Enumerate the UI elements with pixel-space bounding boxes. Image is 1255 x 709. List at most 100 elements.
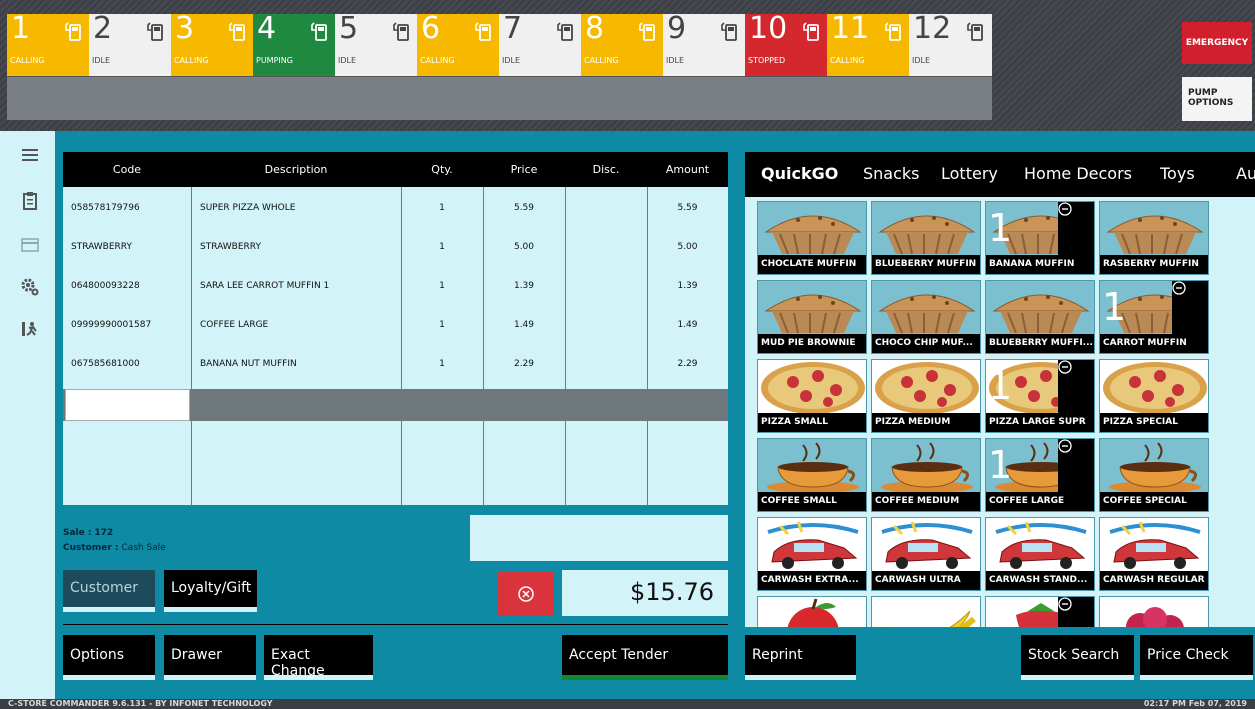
product-label: CARWASH EXTRA... [758,571,866,590]
product-pizza-special[interactable]: PIZZA SPECIAL [1099,359,1209,433]
product-pizza-large-supr[interactable]: 1 PIZZA LARGE SUPR [985,359,1095,433]
pump-sale-area[interactable] [909,76,992,120]
pump-7[interactable]: 7 IDLE [499,11,582,120]
pump-3[interactable]: 3 CALLING [171,11,254,120]
product-apple[interactable] [757,596,867,627]
accept-tender-button[interactable]: Accept Tender [562,635,728,680]
product-rasberry-muffin[interactable]: RASBERRY MUFFIN [1099,201,1209,275]
product-carwash-ultra[interactable]: CARWASH ULTRA [871,517,981,591]
pump-status: IDLE [92,56,111,65]
pump-status: CALLING [420,56,455,65]
product-coffee-small[interactable]: COFFEE SMALL [757,438,867,512]
pump-4[interactable]: 4 PUMPING [253,11,336,120]
pump-number: 7 [503,11,523,46]
pump-options-button[interactable]: PUMP OPTIONS [1182,77,1252,121]
pump-5[interactable]: 5 IDLE [335,11,418,120]
loyalty-gift-button[interactable]: Loyalty/Gift [164,570,257,612]
reprint-button[interactable]: Reprint [745,635,856,680]
table-row[interactable]: 064800093228 SARA LEE CARROT MUFFIN 1 1 1.3… [63,267,728,303]
pump-sale-area[interactable] [745,76,828,120]
pump-number: 12 [913,11,952,46]
barcode-input[interactable] [65,389,190,421]
void-button[interactable] [498,572,554,616]
menu-icon[interactable] [20,145,40,165]
product-label: BLUEBERRY MUFFIN [872,255,980,274]
tab-quickgo[interactable]: QuickGO [761,164,838,183]
product-carwash-extra[interactable]: CARWASH EXTRA... [757,517,867,591]
decrease-quantity-button[interactable] [1058,360,1094,415]
drawer-button[interactable]: Drawer [164,635,256,680]
pump-nozzle-icon [721,22,737,41]
pump-number: 10 [749,11,788,46]
pump-status-tile: 10 STOPPED [745,11,828,76]
product-blueberry-muffin[interactable]: BLUEBERRY MUFFIN [871,201,981,275]
customer-label: Customer : [63,543,119,553]
tab-lottery[interactable]: Lottery [941,164,998,183]
pump-2[interactable]: 2 IDLE [89,11,172,120]
decrease-quantity-button[interactable] [1058,202,1094,257]
product-banana-muffin[interactable]: 1 BANANA MUFFIN [985,201,1095,275]
settings-icon[interactable] [20,277,40,297]
product-strawberry[interactable]: 1 [985,596,1095,627]
pump-sale-area[interactable] [417,76,500,120]
category-tabs: QuickGO Snacks Lottery Home Decors Toys Auto [745,152,1255,197]
pump-6[interactable]: 6 CALLING [417,11,500,120]
pump-11[interactable]: 11 CALLING [827,11,910,120]
pump-status-tile: 1 CALLING [7,11,90,76]
sale-info: Sale : 172 Customer : Cash Sale [63,523,166,558]
decrease-quantity-button[interactable] [1058,597,1094,627]
pump-12[interactable]: 12 IDLE [909,11,992,120]
product-carwash-regular[interactable]: CARWASH REGULAR [1099,517,1209,591]
product-blueberry-muffi[interactable]: BLUEBERRY MUFFI... [985,280,1095,354]
stock-search-button[interactable]: Stock Search [1021,635,1134,680]
product-choco-chip-muf[interactable]: CHOCO CHIP MUF... [871,280,981,354]
pump-sale-area[interactable] [7,76,90,120]
tab-snacks[interactable]: Snacks [863,164,920,183]
pump-number: 3 [175,11,195,46]
product-coffee-medium[interactable]: COFFEE MEDIUM [871,438,981,512]
product-carwash-stand[interactable]: CARWASH STAND... [985,517,1095,591]
table-row[interactable]: 067585681000 BANANA NUT MUFFIN 1 2.29 2.29 [63,345,728,381]
exit-icon[interactable] [20,319,40,339]
pump-8[interactable]: 8 CALLING [581,11,664,120]
product-raspberry[interactable] [1099,596,1209,627]
exact-change-button[interactable]: Exact Change [264,635,373,680]
product-choclate-muffin[interactable]: CHOCLATE MUFFIN [757,201,867,275]
table-row[interactable]: STRAWBERRY STRAWBERRY 1 5.00 5.00 [63,228,728,264]
tab-auto[interactable]: Auto [1236,164,1255,183]
tab-toys[interactable]: Toys [1160,164,1195,183]
product-banana[interactable] [871,596,981,627]
customer-button[interactable]: Customer [63,570,155,612]
pump-1[interactable]: 1 CALLING [7,11,90,120]
card-icon[interactable] [20,235,40,255]
price-check-button[interactable]: Price Check [1140,635,1253,680]
product-coffee-large[interactable]: 1 COFFEE LARGE [985,438,1095,512]
cell-qty: 1 [439,281,445,291]
pump-sale-area[interactable] [581,76,664,120]
pump-10[interactable]: 10 STOPPED [745,11,828,120]
pump-sale-area[interactable] [827,76,910,120]
product-pizza-medium[interactable]: PIZZA MEDIUM [871,359,981,433]
pump-sale-area[interactable] [663,76,746,120]
pump-sale-area[interactable] [335,76,418,120]
tab-home-decors[interactable]: Home Decors [1024,164,1132,183]
emergency-button[interactable]: EMERGENCY [1182,22,1252,64]
table-row[interactable]: 09999990001587 COFFEE LARGE 1 1.49 1.49 [63,306,728,342]
product-carrot-muffin[interactable]: 1 CARROT MUFFIN [1099,280,1209,354]
pump-9[interactable]: 9 IDLE [663,11,746,120]
product-mud-pie-brownie[interactable]: MUD PIE BROWNIE [757,280,867,354]
pump-sale-area[interactable] [499,76,582,120]
product-label: COFFEE MEDIUM [872,492,980,511]
clipboard-icon[interactable] [20,191,40,211]
product-pizza-small[interactable]: PIZZA SMALL [757,359,867,433]
pump-sale-area[interactable] [171,76,254,120]
options-button[interactable]: Options [63,635,155,680]
pump-sale-area[interactable] [253,76,336,120]
decrease-quantity-button[interactable] [1058,439,1094,494]
decrease-quantity-button[interactable] [1172,281,1208,336]
pump-sale-area[interactable] [89,76,172,120]
table-row[interactable]: 058578179796 SUPER PIZZA WHOLE 1 5.59 5.59 [63,189,728,225]
pump-status-tile: 4 PUMPING [253,11,336,76]
status-bar: C-STORE COMMANDER 9.6.131 - BY INFONET T… [0,699,1255,709]
product-coffee-special[interactable]: COFFEE SPECIAL [1099,438,1209,512]
